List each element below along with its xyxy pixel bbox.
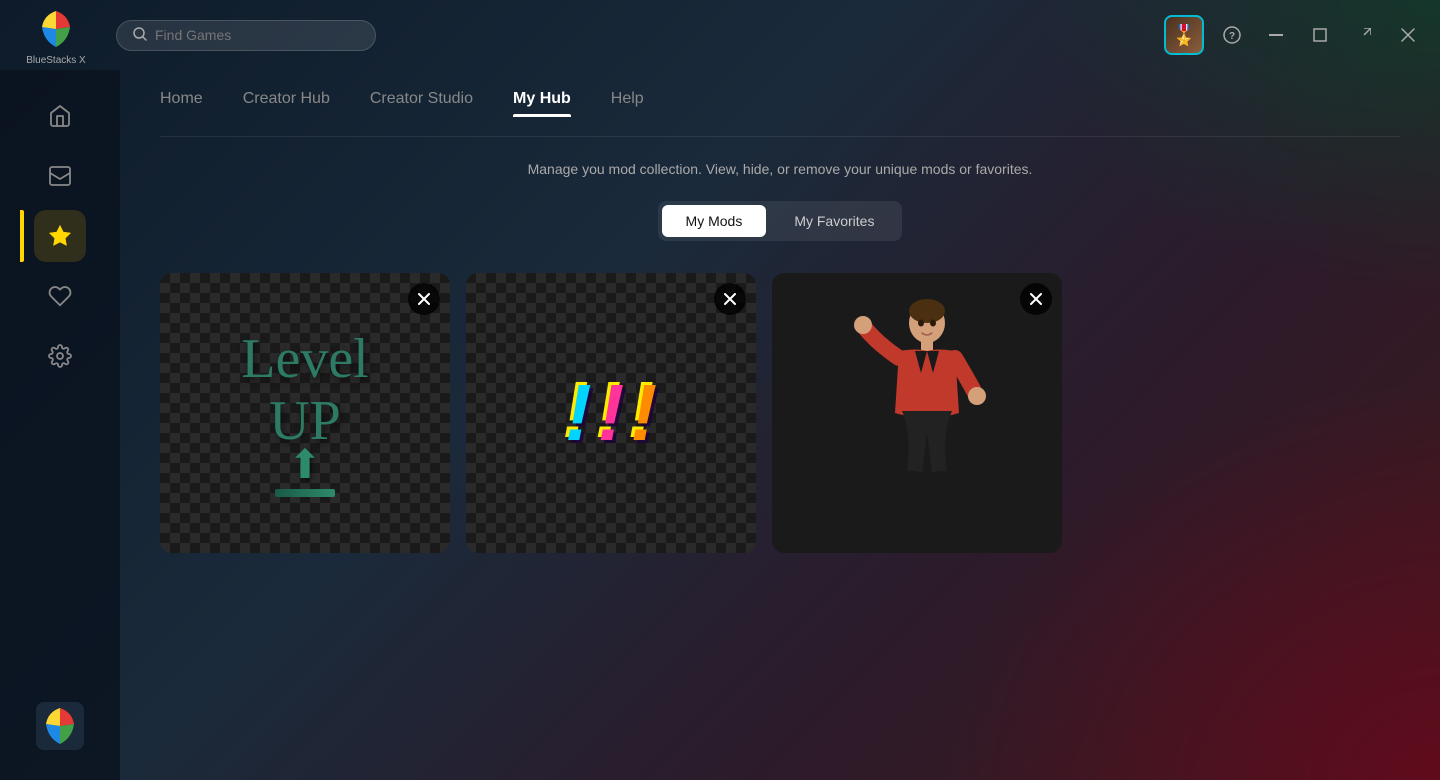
sidebar-item-favorites[interactable] xyxy=(34,270,86,322)
mod-card-3 xyxy=(772,273,1062,553)
svg-text:?: ? xyxy=(1229,31,1235,42)
titlebar-controls: 🎖️ ? xyxy=(1164,15,1424,55)
logo-text: BlueStacks X xyxy=(26,55,85,66)
mod-card-3-content xyxy=(772,273,1062,553)
level-up-graphic: LevelUP ⬆ xyxy=(241,329,368,496)
close-button[interactable] xyxy=(1392,19,1424,51)
mod-card-1-close[interactable] xyxy=(408,283,440,315)
restore-button[interactable] xyxy=(1348,19,1380,51)
mod-card-2: ! ! ! xyxy=(466,273,756,553)
my-favorites-toggle[interactable]: My Favorites xyxy=(770,205,898,237)
tab-home[interactable]: Home xyxy=(160,90,203,116)
avatar-emoji: 🎖️ xyxy=(1172,23,1197,48)
mod-card-2-content: ! ! ! xyxy=(466,273,756,553)
main-content: Home Creator Hub Creator Studio My Hub H… xyxy=(120,70,1440,780)
sidebar xyxy=(0,70,120,780)
search-icon xyxy=(133,27,147,44)
sidebar-item-myhub[interactable] xyxy=(34,210,86,262)
bluestacks-logo xyxy=(32,5,80,53)
mod-card-3-close[interactable] xyxy=(1020,283,1052,315)
sidebar-item-settings[interactable] xyxy=(34,330,86,382)
help-button[interactable]: ? xyxy=(1216,19,1248,51)
search-bar[interactable] xyxy=(116,20,376,51)
mod-card-1: LevelUP ⬆ xyxy=(160,273,450,553)
bluestacks-bottom-logo xyxy=(36,702,84,750)
tab-creator-studio[interactable]: Creator Studio xyxy=(370,90,473,116)
mod-card-2-close[interactable] xyxy=(714,283,746,315)
sidebar-item-inbox[interactable] xyxy=(34,150,86,202)
dancer-graphic xyxy=(827,293,1007,533)
exclaim-cyan: ! xyxy=(565,373,592,453)
mods-grid: LevelUP ⬆ ! ! xyxy=(160,273,1400,553)
mod-card-1-content: LevelUP ⬆ xyxy=(160,273,450,553)
title-bar: BlueStacks X 🎖️ ? xyxy=(0,0,1440,70)
tab-creator-hub[interactable]: Creator Hub xyxy=(243,90,330,116)
search-input[interactable] xyxy=(155,27,359,43)
exclaim-orange: ! xyxy=(630,373,657,453)
avatar[interactable]: 🎖️ xyxy=(1164,15,1204,55)
toggle-group: My Mods My Favorites xyxy=(658,201,903,241)
maximize-button[interactable] xyxy=(1304,19,1336,51)
tab-help[interactable]: Help xyxy=(611,90,644,116)
my-mods-toggle[interactable]: My Mods xyxy=(662,205,767,237)
tab-my-hub[interactable]: My Hub xyxy=(513,90,571,116)
logo-area: BlueStacks X xyxy=(16,5,96,66)
sidebar-item-home[interactable] xyxy=(34,90,86,142)
minimize-button[interactable] xyxy=(1260,19,1292,51)
exclamation-graphic: ! ! ! xyxy=(565,373,657,453)
nav-tabs: Home Creator Hub Creator Studio My Hub H… xyxy=(160,70,1400,137)
exclaim-pink: ! xyxy=(598,373,625,453)
page-subtitle: Manage you mod collection. View, hide, o… xyxy=(160,161,1400,177)
